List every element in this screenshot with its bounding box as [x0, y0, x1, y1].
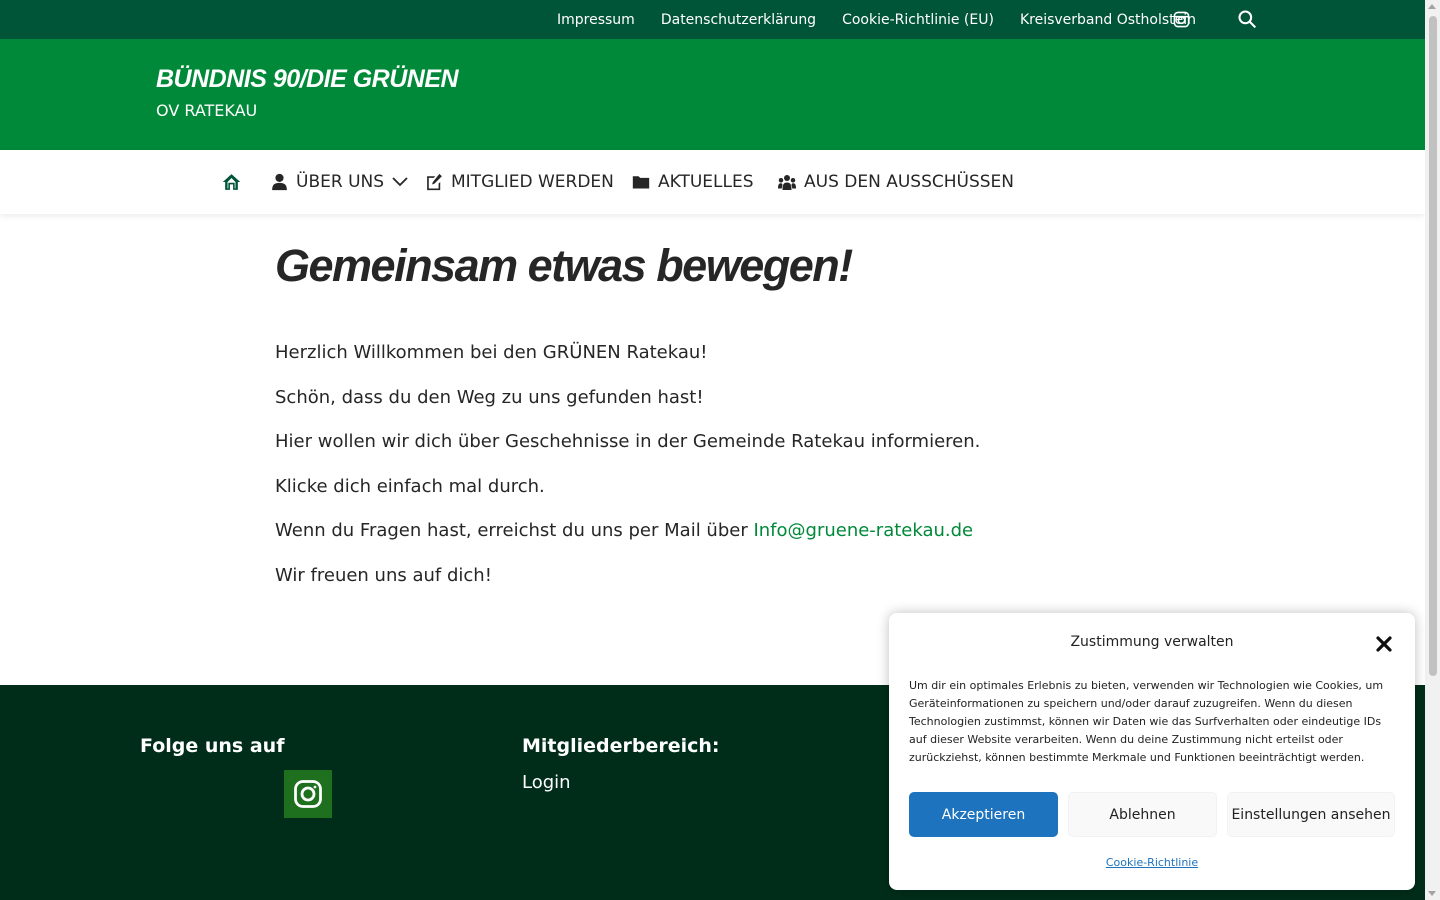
- paragraph-found: Schön, dass du den Weg zu uns gefunden h…: [275, 387, 704, 408]
- main-content: Gemeinsam etwas bewegen!: [275, 240, 1175, 292]
- close-icon[interactable]: [1375, 635, 1395, 655]
- link-kreisverband[interactable]: Kreisverband Ostholstein: [1020, 12, 1196, 28]
- site-title[interactable]: BÜNDNIS 90/DIE GRÜNEN: [156, 65, 459, 94]
- site-branding: BÜNDNIS 90/DIE GRÜNEN OV RATEKAU: [0, 39, 1425, 150]
- nav-label-ausschuesse: AUS DEN AUSSCHÜSSEN: [804, 172, 1015, 192]
- paragraph-looking-forward: Wir freuen uns auf dich!: [275, 565, 492, 586]
- cookie-text: Um dir ein optimales Erlebnis zu bieten,…: [909, 679, 1384, 764]
- page-title: Gemeinsam etwas bewegen!: [275, 240, 853, 291]
- accept-button[interactable]: Akzeptieren: [909, 792, 1058, 837]
- scrollbar-thumb[interactable]: [1429, 16, 1437, 676]
- search-icon[interactable]: [1237, 9, 1257, 29]
- paragraph-questions: Wenn du Fragen hast, erreichst du uns pe…: [275, 520, 973, 541]
- main-navigation: ÜBER UNS MITGLIED WERDEN AKTUELLES AUS D…: [0, 150, 1425, 214]
- link-datenschutz[interactable]: Datenschutzerklärung: [661, 12, 816, 28]
- paragraph-questions-text: Wenn du Fragen hast, erreichst du uns pe…: [275, 520, 754, 541]
- nav-item-ueber-uns[interactable]: ÜBER UNS: [271, 150, 408, 214]
- top-bar: Impressum Datenschutzerklärung Cookie-Ri…: [0, 0, 1425, 39]
- scroll-down-icon[interactable]: [1428, 891, 1436, 896]
- person-icon: [272, 173, 287, 191]
- nav-label-mitglied-werden: MITGLIED WERDEN: [451, 172, 614, 192]
- footer-follow-heading: Folge uns auf: [140, 735, 285, 757]
- top-links: Impressum Datenschutzerklärung Cookie-Ri…: [557, 0, 1222, 39]
- nav-item-mitglied-werden[interactable]: MITGLIED WERDEN: [426, 150, 614, 214]
- footer-members-heading: Mitgliederbereich:: [522, 735, 720, 757]
- link-impressum[interactable]: Impressum: [557, 12, 635, 28]
- login-link[interactable]: Login: [522, 772, 571, 793]
- instagram-icon: [294, 780, 322, 808]
- email-link[interactable]: Info@gruene-ratekau.de: [753, 520, 973, 541]
- cookie-title: Zustimmung verwalten: [1070, 634, 1234, 650]
- group-icon: [778, 174, 796, 190]
- instagram-icon[interactable]: [1171, 9, 1191, 29]
- nav-item-ausschuesse[interactable]: AUS DEN AUSSCHÜSSEN: [778, 150, 1014, 214]
- nav-item-home[interactable]: [222, 150, 249, 214]
- site-subtitle: OV RATEKAU: [156, 101, 258, 120]
- view-preferences-button[interactable]: Einstellungen ansehen: [1227, 792, 1395, 837]
- scroll-up-icon[interactable]: [1428, 4, 1436, 9]
- deny-button[interactable]: Ablehnen: [1068, 792, 1217, 837]
- page-scrollbar[interactable]: [1425, 0, 1440, 900]
- paragraph-click: Klicke dich einfach mal durch.: [275, 476, 545, 497]
- nav-label-ueber-uns: ÜBER UNS: [296, 172, 385, 192]
- edit-icon: [427, 173, 442, 191]
- cookie-consent-dialog: Zustimmung verwalten Um dir ein optimale…: [889, 613, 1415, 890]
- nav-label-aktuelles: AKTUELLES: [658, 172, 754, 192]
- paragraph-welcome: Herzlich Willkommen bei den GRÜNEN Ratek…: [275, 342, 708, 363]
- footer-instagram-button[interactable]: [284, 770, 332, 818]
- paragraph-inform: Hier wollen wir dich über Geschehnisse i…: [275, 431, 981, 452]
- nav-item-aktuelles[interactable]: AKTUELLES: [632, 150, 754, 214]
- link-cookie-richtlinie[interactable]: Cookie-Richtlinie (EU): [842, 12, 994, 28]
- home-icon: [222, 174, 241, 190]
- cookie-policy-link[interactable]: Cookie-Richtlinie: [889, 856, 1415, 869]
- folder-icon: [632, 176, 650, 189]
- chevron-down-icon: [392, 177, 408, 187]
